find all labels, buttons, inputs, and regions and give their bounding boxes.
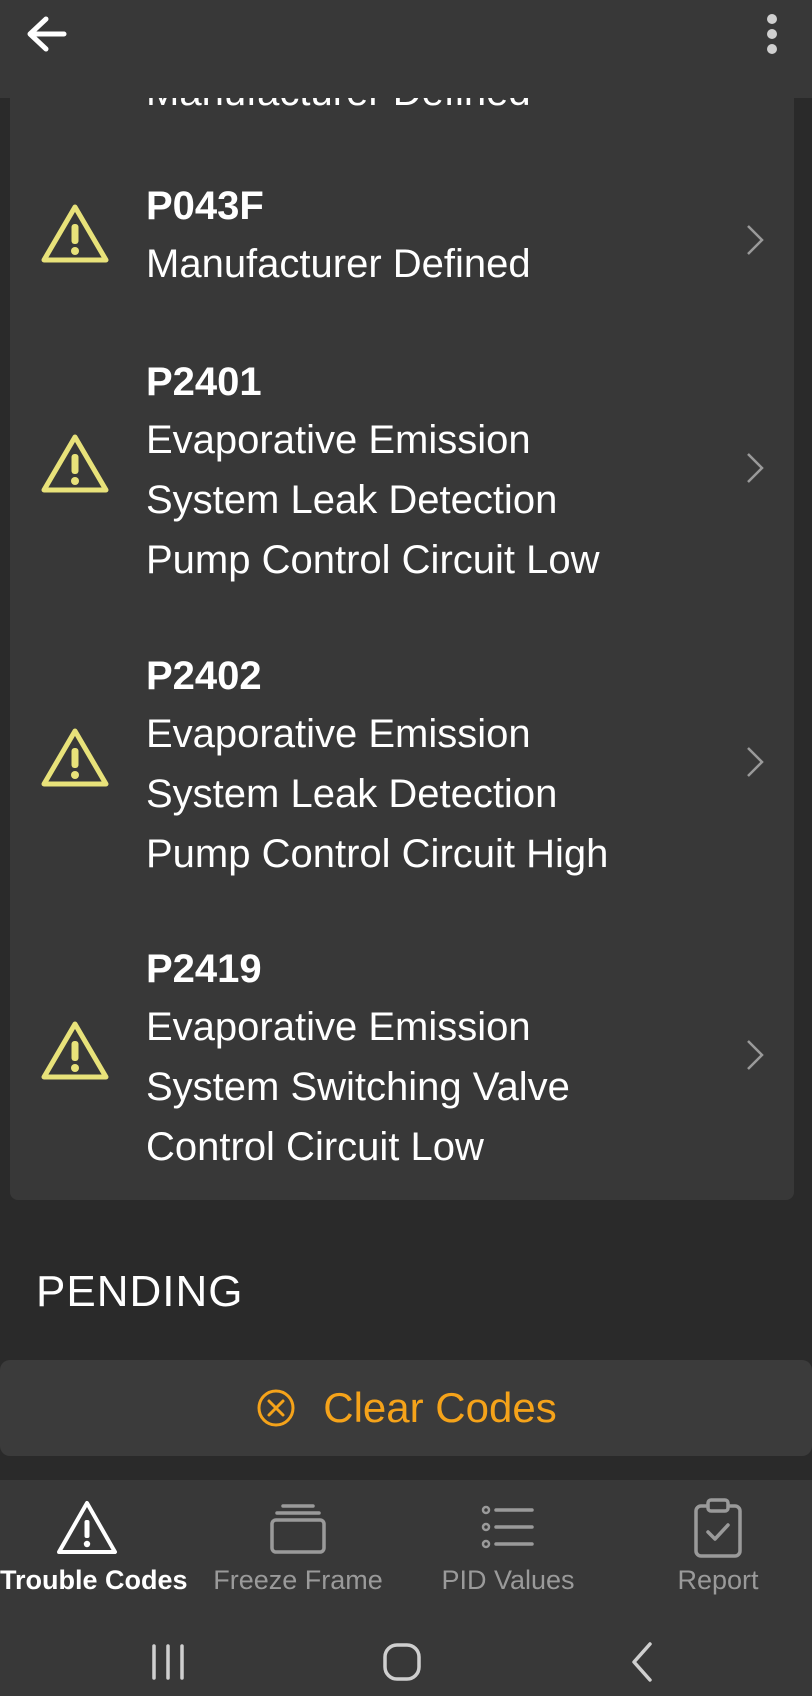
dtc-description-line: System Leak Detection [146,772,558,816]
dtc-description-line: System Switching Valve [146,1065,570,1109]
more-options-icon[interactable] [750,10,794,66]
chevron-right-icon [747,453,764,483]
clear-circle-icon [257,1389,295,1427]
warning-icon [41,434,109,493]
dtc-text: P2419 Evaporative Emission System Switch… [146,941,706,1177]
nav-tab-report[interactable]: Report [628,1480,808,1610]
dtc-code: P2401 [146,360,262,404]
nav-label: PID Values [441,1565,575,1595]
clipboard-check-icon [694,1498,742,1558]
screen: Manufacturer Defined P043F Manufacturer … [0,0,812,1696]
chevron-right-icon [747,1040,764,1070]
dtc-description-line: Evaporative Emission [146,1005,531,1049]
dtc-code: P043F [146,184,264,228]
nav-label: Trouble Codes [0,1565,188,1595]
dtc-description-line: System Leak Detection [146,478,558,522]
warning-icon [41,204,109,263]
dtc-text: P2401 Evaporative Emission System Leak D… [146,354,706,590]
warning-triangle-icon [57,1501,117,1554]
chevron-right-icon [747,747,764,777]
dtc-description-line: Evaporative Emission [146,418,531,462]
list-icon [481,1505,534,1549]
dtc-code: P2419 [146,947,262,991]
dtc-row-p043f[interactable]: P043F Manufacturer Defined [10,170,794,310]
dtc-row-p2402[interactable]: P2402 Evaporative Emission System Leak D… [10,640,794,890]
dtc-row-p2419[interactable]: P2419 Evaporative Emission System Switch… [10,933,794,1183]
dtc-description-line: Pump Control Circuit High [146,832,609,876]
nav-tab-freeze-frame[interactable]: Freeze Frame [200,1480,396,1610]
dtc-description-line: Pump Control Circuit Low [146,538,600,582]
pending-section-title: PENDING [36,1267,244,1316]
warning-icon [41,1021,109,1080]
nav-tab-trouble-codes[interactable]: Trouble Codes [0,1480,188,1610]
nav-label: Freeze Frame [213,1565,383,1595]
back-arrow-icon[interactable] [20,10,76,66]
recent-apps-icon[interactable] [146,1640,190,1684]
dtc-description-line: Control Circuit Low [146,1125,484,1169]
dtc-row-p2401[interactable]: P2401 Evaporative Emission System Leak D… [10,346,794,596]
warning-icon [41,728,109,787]
home-icon[interactable] [380,1640,424,1684]
nav-label: Report [677,1565,759,1595]
dtc-description-line: Manufacturer Defined [146,242,531,286]
chevron-right-icon [747,225,764,255]
dtc-code: P2402 [146,654,262,698]
top-app-bar [0,0,812,98]
clear-codes-button[interactable]: Clear Codes [0,1360,812,1456]
stack-icon [270,1504,326,1554]
dtc-description-line: Evaporative Emission [146,712,531,756]
nav-tab-pid-values[interactable]: PID Values [420,1480,596,1610]
dtc-text: P043F Manufacturer Defined [146,178,706,294]
dtc-text: P2402 Evaporative Emission System Leak D… [146,648,706,884]
clear-codes-label: Clear Codes [323,1384,557,1431]
system-back-icon[interactable] [620,1640,664,1684]
